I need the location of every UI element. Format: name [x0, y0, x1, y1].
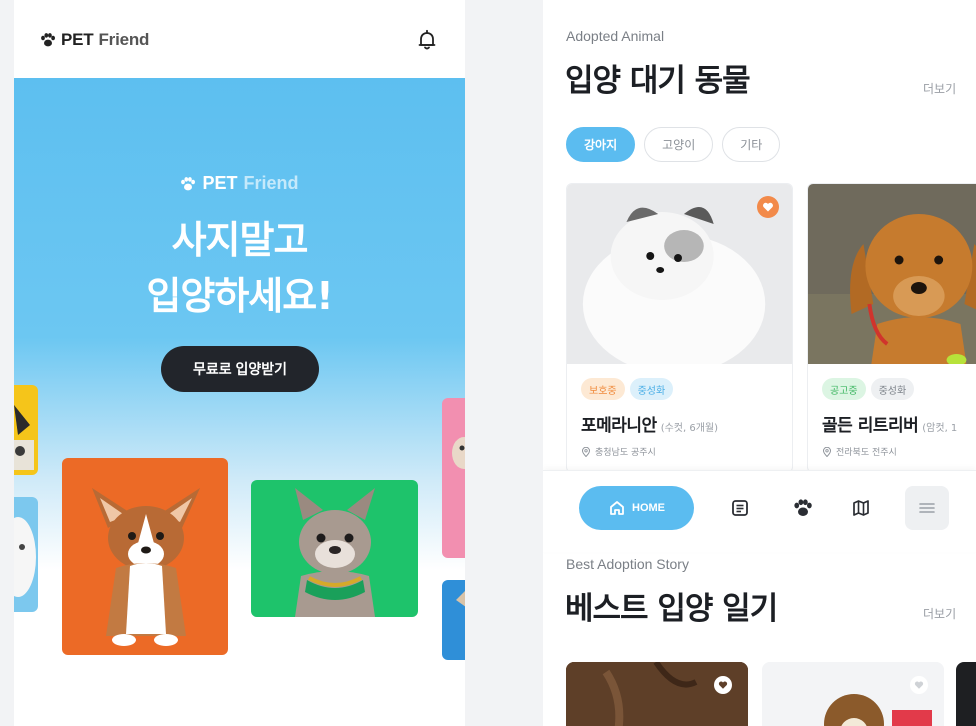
bell-icon[interactable] — [415, 28, 439, 52]
animal-breed: 포메라니안 — [581, 416, 657, 436]
corgi-image — [92, 488, 200, 646]
location-pin-icon — [581, 446, 591, 457]
pet-photo-partial-right-top[interactable] — [442, 398, 465, 558]
nav-menu-button[interactable] — [905, 486, 949, 530]
story-photo-image — [566, 662, 748, 726]
hero-brand-friend: Friend — [243, 173, 299, 193]
heart-icon — [718, 681, 728, 689]
location-text: 전라북도 전주시 — [836, 448, 897, 458]
brand-friend-text: Friend — [98, 30, 150, 49]
card-tags: 보호중 중성화 — [581, 378, 674, 400]
document-icon — [732, 500, 748, 516]
adopted-section-title: 입양 대기 동물 — [565, 63, 751, 99]
status-badge: 보호중 — [581, 378, 625, 400]
brand-pet-text: PET — [61, 30, 94, 49]
adopted-more-link[interactable]: 더보기 — [923, 80, 956, 97]
hero-title-line2: 입양하세요! — [146, 274, 333, 318]
location-text: 충청남도 공주시 — [595, 448, 656, 458]
nav-home-label: HOME — [632, 502, 665, 514]
card-title: 골든 리트리버 (암컷, 1 — [822, 411, 957, 436]
pet-photo-partial-left-bottom[interactable] — [14, 497, 38, 612]
map-icon — [853, 500, 869, 516]
card-location: 전라북도 전주시 — [822, 445, 897, 458]
paw-icon — [41, 33, 55, 47]
french-bulldog-image — [295, 488, 375, 617]
dog-photo-image — [14, 405, 34, 470]
nav-home-button[interactable]: HOME — [579, 486, 694, 530]
card-title: 포메라니안 (수컷, 6개월) — [581, 411, 718, 436]
animal-meta: (암컷, 1 — [922, 423, 958, 434]
story-more-link[interactable]: 더보기 — [923, 605, 956, 622]
adopted-kicker: Adopted Animal — [566, 28, 665, 44]
location-pin-icon — [822, 446, 832, 457]
hero-title-line1: 사지말고 — [171, 218, 309, 262]
brand-logo[interactable]: PET Friend — [40, 30, 149, 50]
chip-cat[interactable]: 고양이 — [644, 127, 714, 162]
hero-brand-pet: PET — [202, 173, 238, 193]
story-card[interactable] — [566, 662, 748, 726]
favorite-heart-icon[interactable] — [714, 676, 732, 694]
story-kicker: Best Adoption Story — [566, 556, 689, 572]
home-screen: Adopted Animal 입양 대기 동물 더보기 강아지 고양이 기타 보… — [543, 0, 976, 726]
heart-icon — [914, 681, 924, 689]
heart-icon — [763, 202, 773, 212]
beagle-photo-image — [762, 662, 944, 726]
home-icon — [610, 501, 624, 515]
screenshot-stage: PET Friend PET Friend 사지말고 입양하세요! 무료로 입양… — [0, 0, 976, 726]
card-tags: 공고중 중성화 — [822, 378, 915, 400]
pet-photo-partial-right-bottom[interactable] — [442, 580, 465, 660]
status-badge: 공고중 — [822, 378, 866, 400]
nav-pets-button[interactable] — [788, 493, 818, 523]
favorite-heart-icon[interactable] — [757, 196, 779, 218]
animal-breed: 골든 리트리버 — [822, 416, 919, 436]
neuter-badge: 중성화 — [870, 378, 915, 400]
top-header: PET Friend — [14, 0, 465, 80]
nav-map-button[interactable] — [846, 493, 876, 523]
paw-icon — [794, 499, 812, 516]
hero-brand: PET Friend — [14, 173, 465, 194]
card-location: 충청남도 공주시 — [581, 445, 656, 458]
hamburger-menu-icon — [919, 503, 935, 513]
story-card-partial[interactable] — [956, 662, 976, 726]
golden-retriever-image — [808, 184, 976, 364]
story-card[interactable] — [762, 662, 944, 726]
neuter-badge: 중성화 — [629, 378, 674, 400]
story-section-title: 베스트 입양 일기 — [565, 591, 778, 627]
landing-screen: PET Friend PET Friend 사지말고 입양하세요! 무료로 입양… — [14, 0, 465, 726]
pet-photo-image — [456, 591, 465, 607]
pet-photo-french-bulldog[interactable] — [251, 480, 418, 617]
category-chips: 강아지 고양이 기타 — [566, 127, 781, 162]
favorite-heart-icon[interactable] — [910, 676, 928, 694]
hero-title: 사지말고 입양하세요! — [14, 212, 465, 324]
bottom-navigation: HOME — [543, 470, 976, 552]
paw-icon — [181, 176, 196, 190]
pet-photo-image — [452, 437, 465, 469]
pet-photo-partial-left-top[interactable] — [14, 385, 38, 475]
animal-meta: (수컷, 6개월) — [660, 423, 719, 434]
free-adopt-button[interactable]: 무료로 입양받기 — [161, 346, 319, 392]
chip-dog[interactable]: 강아지 — [566, 127, 636, 162]
animal-card-pomeranian[interactable]: 보호중 중성화 포메라니안 (수컷, 6개월) 충청남도 공주시 — [566, 183, 793, 473]
animal-card-golden-retriever[interactable]: 공고중 중성화 골든 리트리버 (암컷, 1 전라북도 전주시 — [807, 183, 976, 473]
pet-photo-corgi[interactable] — [62, 458, 228, 655]
chip-other[interactable]: 기타 — [722, 127, 781, 162]
cat-photo-image — [14, 517, 36, 597]
nav-board-button[interactable] — [725, 493, 755, 523]
